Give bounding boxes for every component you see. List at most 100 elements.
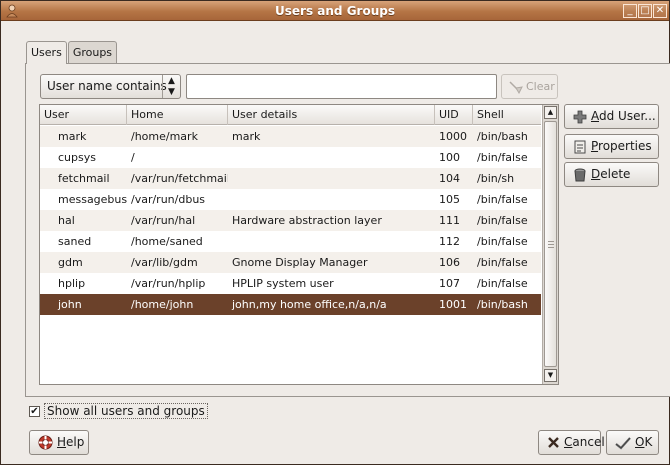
cell-user: hplip: [58, 277, 86, 290]
cell-uid: 111: [439, 214, 460, 227]
delete-button[interactable]: Delete: [564, 162, 659, 187]
show-all-label[interactable]: Show all users and groups: [44, 403, 208, 419]
delete-mnemonic: D: [591, 167, 601, 181]
cell-uid: 1000: [439, 130, 467, 143]
close-window-button[interactable]: ✕: [653, 4, 667, 18]
cell-home: /var/run/fetchmail: [131, 172, 228, 185]
lifebuoy-icon: [38, 435, 53, 450]
cell-home: /home/mark: [131, 130, 198, 143]
column-header-uid[interactable]: UID: [435, 105, 473, 125]
column-header-shell[interactable]: Shell: [473, 105, 541, 125]
cell-shell: /bin/sh: [477, 172, 515, 185]
cell-uid: 107: [439, 277, 460, 290]
window-title: Users and Groups: [275, 4, 395, 18]
cell-home: /var/run/dbus: [131, 193, 206, 206]
tab-users[interactable]: Users: [26, 41, 67, 64]
show-all-checkbox[interactable]: ✔: [29, 405, 40, 417]
cell-home: /home/saned: [131, 235, 203, 248]
cell-home: /: [131, 151, 135, 164]
table-row[interactable]: messagebus /var/run/dbus 105 /bin/false: [40, 189, 541, 210]
cell-shell: /bin/false: [477, 277, 528, 290]
cell-uid: 1001: [439, 298, 467, 311]
column-header-home[interactable]: Home: [127, 105, 228, 125]
filter-mode-select[interactable]: User name contains ▲ ▼: [40, 74, 181, 99]
check-icon: [615, 436, 631, 450]
show-all-checkbox-row[interactable]: ✔ Show all users and groups: [29, 403, 208, 419]
table-row[interactable]: fetchmail /var/run/fetchmail 104 /bin/sh: [40, 168, 541, 189]
tab-groups[interactable]: Groups: [67, 41, 118, 63]
tab-bar: Users Groups: [26, 41, 118, 64]
cell-details: Hardware abstraction layer: [232, 214, 382, 227]
table-row[interactable]: mark /home/mark mark 1000 /bin/bash: [40, 126, 541, 147]
add-user-label: dd User...: [599, 109, 656, 123]
cell-user: saned: [58, 235, 92, 248]
cell-details: HPLIP system user: [232, 277, 334, 290]
cell-shell: /bin/false: [477, 235, 528, 248]
add-user-mnemonic: A: [591, 109, 599, 123]
clear-button-label: Clear: [526, 80, 555, 93]
help-button[interactable]: Help: [29, 430, 89, 455]
cell-shell: /bin/bash: [477, 298, 528, 311]
table-row[interactable]: cupsys / 100 /bin/false: [40, 147, 541, 168]
table-row[interactable]: saned /home/saned 112 /bin/false: [40, 231, 541, 252]
cell-shell: /bin/bash: [477, 130, 528, 143]
cell-user: john: [58, 298, 82, 311]
x-icon: [548, 437, 559, 448]
cancel-label: ancel: [572, 435, 605, 449]
table-row[interactable]: hal /var/run/hal Hardware abstraction la…: [40, 210, 541, 231]
cell-user: messagebus: [58, 193, 127, 206]
cell-details: [228, 189, 435, 210]
cell-shell: /bin/false: [477, 214, 528, 227]
cell-uid: 106: [439, 256, 460, 269]
users-list[interactable]: User Home User details UID Shell mark /h…: [39, 104, 559, 385]
cell-uid: 100: [439, 151, 460, 164]
vertical-scrollbar[interactable]: ▲ ▼: [542, 105, 558, 384]
cell-user: gdm: [58, 256, 83, 269]
properties-button[interactable]: Properties: [564, 134, 659, 159]
minimize-button[interactable]: _: [623, 4, 637, 18]
column-header-user[interactable]: User: [40, 105, 127, 125]
ok-label: K: [644, 435, 653, 449]
table-row[interactable]: gdm /var/lib/gdm Gnome Display Manager 1…: [40, 252, 541, 273]
cell-user: mark: [58, 130, 87, 143]
cell-user: cupsys: [58, 151, 96, 164]
cell-details: [228, 147, 435, 168]
cell-uid: 105: [439, 193, 460, 206]
cell-user: fetchmail: [58, 172, 110, 185]
scroll-up-arrow-icon[interactable]: ▲: [544, 106, 557, 119]
filter-text-input[interactable]: [186, 74, 497, 99]
users-list-rows: mark /home/mark mark 1000 /bin/bash cups…: [40, 126, 541, 315]
cell-details: Gnome Display Manager: [232, 256, 368, 269]
users-and-groups-window: Users and Groups _ □ ✕ Users Groups User…: [0, 0, 670, 465]
cancel-button[interactable]: Cancel: [538, 430, 605, 455]
cell-home: /home/john: [131, 298, 194, 311]
ok-button[interactable]: OK: [606, 430, 659, 455]
trash-icon: [574, 168, 586, 181]
broom-icon: [509, 81, 523, 95]
cell-details: mark: [232, 130, 261, 143]
title-bar[interactable]: Users and Groups _ □ ✕: [1, 1, 669, 21]
cell-shell: /bin/false: [477, 151, 528, 164]
properties-label: roperties: [598, 139, 652, 153]
cell-home: /var/lib/gdm: [131, 256, 198, 269]
cell-uid: 112: [439, 235, 460, 248]
clear-button[interactable]: Clear: [501, 74, 558, 99]
help-label: elp: [66, 435, 85, 449]
cell-details: john,my home office,n/a,n/a: [232, 298, 387, 311]
add-user-button[interactable]: Add User...: [564, 104, 659, 129]
cell-details: [228, 168, 435, 189]
table-row[interactable]: hplip /var/run/hplip HPLIP system user 1…: [40, 273, 541, 294]
updown-arrows-icon: ▲ ▼: [162, 75, 180, 98]
column-header-user-details[interactable]: User details: [228, 105, 435, 125]
table-row-selected[interactable]: john /home/john john,my home office,n/a,…: [40, 294, 541, 315]
scrollbar-thumb[interactable]: [544, 121, 557, 367]
cell-home: /var/run/hal: [131, 214, 196, 227]
delete-label: elete: [600, 167, 631, 181]
maximize-button[interactable]: □: [638, 4, 652, 18]
scroll-down-arrow-icon[interactable]: ▼: [544, 369, 557, 382]
cell-details: [228, 231, 435, 252]
properties-icon: [574, 140, 586, 153]
cell-shell: /bin/false: [477, 256, 528, 269]
help-mnemonic: H: [57, 435, 67, 449]
cell-home: /var/run/hplip: [131, 277, 206, 290]
